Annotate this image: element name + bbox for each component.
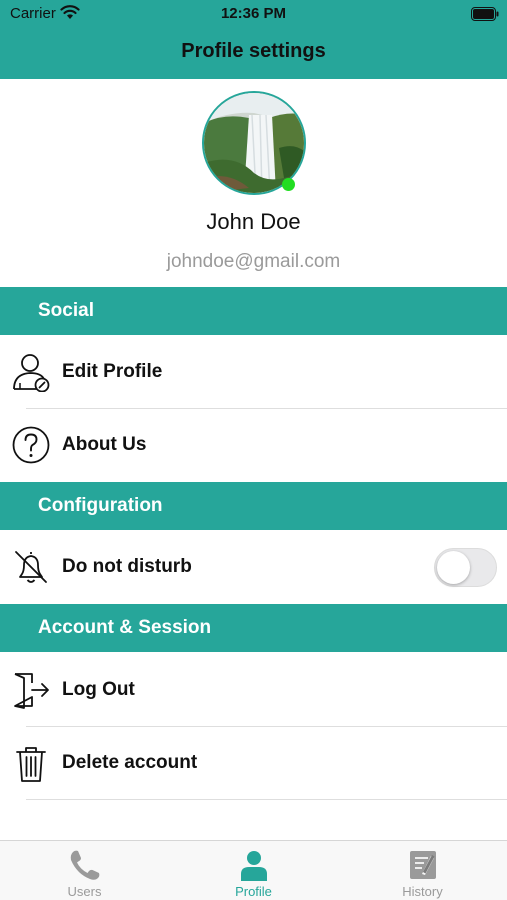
online-status-dot bbox=[282, 178, 295, 191]
about-us-label: About Us bbox=[62, 434, 147, 455]
tab-users[interactable]: Users bbox=[0, 841, 169, 900]
section-header-configuration: Configuration bbox=[0, 482, 507, 530]
tab-profile[interactable]: Profile bbox=[169, 841, 338, 900]
status-bar: Carrier 12:36 PM bbox=[0, 0, 507, 28]
logout-icon bbox=[14, 673, 49, 709]
battery-icon bbox=[471, 7, 499, 21]
toggle-knob bbox=[437, 551, 470, 584]
delete-account-row[interactable]: Delete account bbox=[0, 727, 507, 799]
phone-icon bbox=[70, 850, 100, 880]
trash-icon bbox=[16, 747, 46, 782]
tab-history[interactable]: History bbox=[338, 841, 507, 900]
profile-name: John Doe bbox=[206, 209, 301, 234]
bell-off-icon bbox=[15, 551, 47, 583]
status-time: 12:36 PM bbox=[220, 5, 287, 22]
help-icon bbox=[12, 426, 50, 464]
edit-profile-row[interactable]: Edit Profile bbox=[0, 336, 507, 408]
tab-profile-label: Profile bbox=[235, 884, 272, 899]
about-us-row[interactable]: About Us bbox=[0, 409, 507, 481]
page-title: Profile settings bbox=[181, 40, 326, 62]
history-icon bbox=[410, 851, 436, 879]
delete-account-label: Delete account bbox=[62, 752, 198, 773]
log-out-row[interactable]: Log Out bbox=[0, 654, 507, 726]
do-not-disturb-row: Do not disturb bbox=[0, 531, 507, 603]
tab-users-label: Users bbox=[67, 884, 102, 899]
edit-profile-icon bbox=[13, 354, 50, 392]
tab-history-label: History bbox=[402, 884, 443, 899]
app-header: Carrier 12:36 PM Profile settings bbox=[0, 0, 507, 79]
section-header-social: Social bbox=[0, 287, 507, 335]
do-not-disturb-toggle[interactable] bbox=[434, 548, 497, 587]
edit-profile-label: Edit Profile bbox=[62, 361, 163, 382]
do-not-disturb-label: Do not disturb bbox=[62, 556, 192, 577]
section-header-account: Account & Session bbox=[0, 604, 507, 652]
log-out-label: Log Out bbox=[62, 679, 135, 700]
row-divider bbox=[26, 799, 507, 800]
tab-bar: Users Profile History bbox=[0, 840, 507, 900]
person-icon bbox=[241, 851, 267, 881]
profile-email: johndoe@gmail.com bbox=[166, 251, 341, 272]
